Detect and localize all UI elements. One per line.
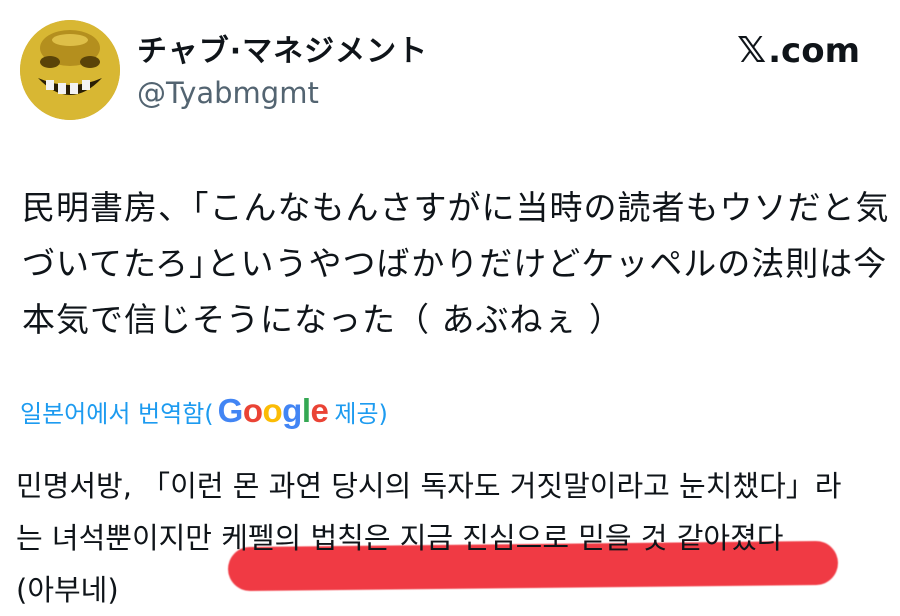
author-handle[interactable]: @Tyabmgmt — [137, 76, 319, 110]
translation-attribution[interactable]: 일본어에서 번역함( Google 제공) — [20, 392, 388, 430]
x-com-label: .com — [768, 30, 860, 71]
gold-grinning-mask-avatar-icon — [20, 20, 120, 120]
translated-line: 는 녀석뿐이지만 케펠의 법칙은 지금 진심으로 믿을 것 같아졌다 — [16, 521, 784, 555]
tweet-line: 本気で信じそうになった（ あぶねぇ ） — [22, 300, 623, 339]
translated-text: 민명서방, 「이런 몬 과연 당시의 독자도 거짓말이라고 눈치챘다」라 는 녀… — [16, 460, 886, 616]
tweet-line: づいてたろ｣というやつばかりだけどケッペルの法則は今 — [22, 244, 888, 283]
translated-line: (아부네) — [16, 573, 119, 607]
translation-label-prefix: 일본어에서 번역함( — [20, 399, 214, 428]
tweet-line: 民明書房、｢こんなもんさすがに当時の読者もウソだと気 — [22, 188, 890, 227]
translated-line: 민명서방, 「이런 몬 과연 당시의 독자도 거짓말이라고 눈치챘다」라 — [16, 469, 842, 503]
tweet-text: 民明書房、｢こんなもんさすがに当時の読者もウソだと気 づいてたろ｣というやつばか… — [22, 180, 890, 348]
google-logo: Google — [217, 392, 329, 429]
x-logo-icon: 𝕏 — [737, 30, 767, 71]
x-com-link[interactable]: 𝕏 .com — [737, 30, 860, 71]
translation-label-suffix: 제공) — [334, 399, 388, 428]
author-display-name[interactable]: チャブ·マネジメント — [137, 26, 428, 70]
avatar[interactable] — [20, 20, 120, 120]
